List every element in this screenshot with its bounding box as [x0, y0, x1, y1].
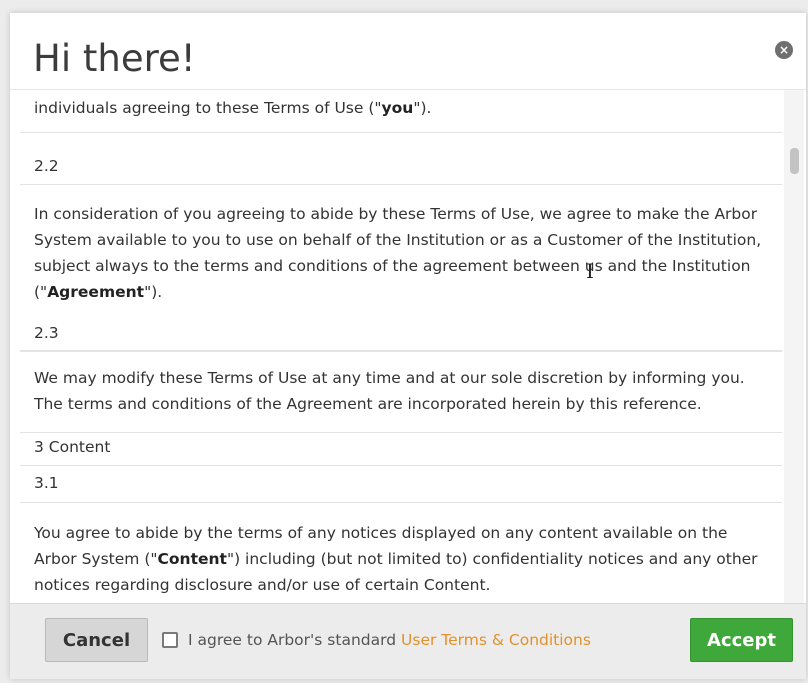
- section-heading-label: 3 Content: [34, 438, 111, 456]
- paragraph-text: We may modify these Terms of Use at any …: [34, 369, 745, 413]
- agree-label: I agree to Arbor's standard: [188, 631, 397, 649]
- terms-paragraph: We may modify these Terms of Use at any …: [20, 363, 782, 433]
- cancel-button[interactable]: Cancel: [45, 618, 148, 662]
- paragraph-text: ").: [413, 99, 432, 117]
- checkbox-icon[interactable]: [162, 632, 178, 648]
- section-number: 2.2: [20, 153, 782, 185]
- section-label: 2.2: [34, 157, 59, 175]
- section-label: 3.1: [34, 474, 59, 492]
- accept-button[interactable]: Accept: [690, 618, 793, 662]
- bold-term: Content: [157, 550, 227, 568]
- content-scrollbar[interactable]: [784, 90, 804, 603]
- terms-modal: Hi there! × individuals agreeing to thes…: [10, 13, 806, 679]
- modal-footer: Cancel I agree to Arbor's standard User …: [10, 603, 806, 679]
- paragraph-text: individuals agreeing to these Terms of U…: [34, 99, 382, 117]
- bold-term: Agreement: [47, 283, 145, 301]
- terms-link[interactable]: User Terms & Conditions: [401, 631, 591, 649]
- terms-content[interactable]: individuals agreeing to these Terms of U…: [10, 90, 782, 603]
- terms-paragraph: individuals agreeing to these Terms of U…: [20, 95, 782, 133]
- terms-paragraph: You agree to abide by the terms of any n…: [20, 518, 782, 602]
- close-icon[interactable]: ×: [775, 41, 793, 59]
- section-number: 2.3: [20, 320, 782, 352]
- section-heading: 3 Content: [20, 434, 782, 466]
- bold-term: you: [381, 99, 414, 117]
- section-label: 2.3: [34, 324, 59, 342]
- scrollbar-thumb[interactable]: [790, 148, 799, 174]
- paragraph-text: ").: [144, 283, 163, 301]
- modal-title: Hi there!: [33, 37, 196, 80]
- modal-header: Hi there! ×: [10, 13, 806, 90]
- section-number: 3.1: [20, 470, 782, 503]
- agree-terms[interactable]: I agree to Arbor's standard User Terms &…: [162, 630, 591, 650]
- text-cursor-icon: I: [586, 259, 594, 283]
